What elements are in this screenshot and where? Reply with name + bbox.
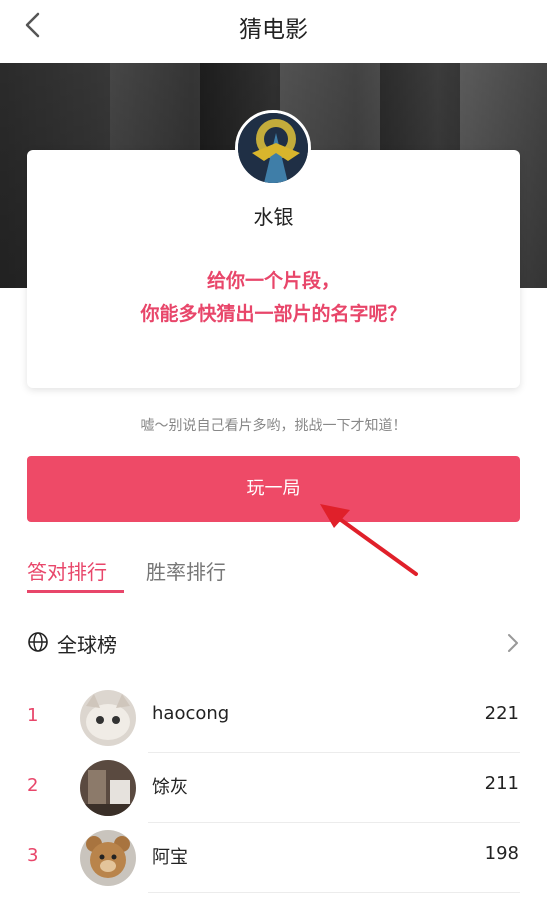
active-tab-indicator [27, 590, 124, 593]
challenge-line-2: 你能多快猜出一部片的名字呢？ [140, 303, 407, 325]
global-board-row[interactable]: 全球榜 [27, 626, 520, 662]
tab-winrate-ranking[interactable]: 胜率排行 [146, 556, 226, 585]
player-name: 馀灰 [152, 777, 188, 798]
player-name: haocong [152, 703, 230, 724]
hint-text: 嘘～别说自己看片多哟，挑战一下才知道！ [140, 418, 407, 434]
avatar [80, 830, 136, 886]
challenge-line-1: 给你一个片段， [206, 270, 340, 292]
player-score: 198 [484, 843, 519, 864]
ranking-row[interactable]: 2 馀灰 211 [0, 753, 547, 823]
player-score: 211 [484, 773, 519, 794]
avatar [80, 690, 136, 746]
global-board-label: 全球榜 [57, 633, 117, 657]
play-button[interactable]: 玩一局 [27, 456, 520, 522]
player-score: 221 [484, 703, 519, 724]
bear-avatar-image [80, 830, 136, 886]
rank-number: 3 [27, 845, 39, 866]
username: 水银 [253, 205, 294, 229]
challenge-text: 给你一个片段， 你能多快猜出一部片的名字呢？ [27, 265, 520, 331]
rank-number: 2 [27, 775, 39, 796]
tab-correct-ranking[interactable]: 答对排行 [27, 556, 107, 585]
ranking-row[interactable]: 1 haocong 221 [0, 683, 547, 753]
row-divider [148, 892, 520, 893]
user-avatar[interactable] [235, 110, 311, 186]
globe-icon [28, 632, 48, 652]
rank-number: 1 [27, 705, 39, 726]
avatar [80, 760, 136, 816]
top-bar: 猜电影 [0, 0, 547, 56]
player-name: 阿宝 [152, 847, 188, 868]
chevron-right-icon [508, 634, 518, 652]
ranking-row[interactable]: 3 阿宝 198 [0, 823, 547, 893]
cat-avatar-image [80, 690, 136, 746]
page-title: 猜电影 [239, 17, 308, 43]
room-avatar-image [80, 760, 136, 816]
